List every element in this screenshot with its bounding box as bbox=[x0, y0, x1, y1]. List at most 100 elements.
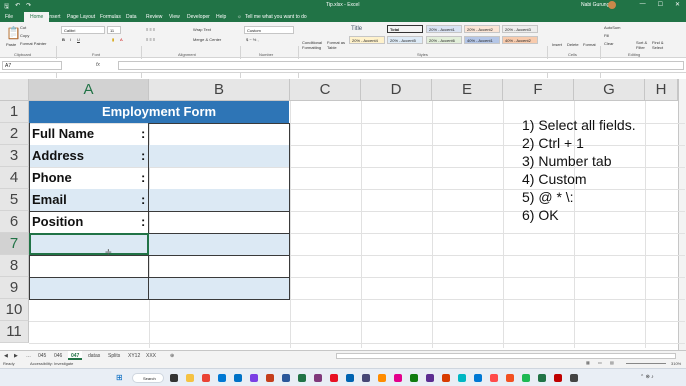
vertical-scrollbar[interactable] bbox=[678, 79, 686, 350]
find-select-button[interactable]: Find & Select bbox=[652, 40, 666, 50]
fill-color-icon[interactable]: ▮ bbox=[112, 37, 114, 42]
autosum-button[interactable]: AutoSum bbox=[604, 25, 620, 30]
style-accent1-40[interactable]: 40% - Accent1 bbox=[464, 36, 500, 44]
copy-button[interactable]: Copy bbox=[20, 33, 29, 38]
page-break-icon[interactable]: ▤ bbox=[610, 360, 614, 365]
column-header-g[interactable]: G bbox=[574, 79, 645, 101]
sheet-tab[interactable]: Splits bbox=[108, 353, 120, 359]
conditional-formatting-button[interactable]: Conditional Formatting bbox=[302, 40, 326, 50]
align-left-icon[interactable]: ≡ ≡ ≡ bbox=[146, 37, 155, 42]
row-header-9[interactable]: 9 bbox=[0, 277, 29, 299]
column-header-a[interactable]: A bbox=[29, 79, 149, 101]
style-title[interactable]: Title bbox=[349, 25, 385, 35]
tab-insert[interactable]: Insert bbox=[48, 14, 61, 20]
paste-icon[interactable]: 📋 bbox=[6, 26, 21, 40]
row-header-7[interactable]: 7 bbox=[0, 233, 29, 255]
cut-button[interactable]: Cut bbox=[20, 25, 26, 30]
font-size-select[interactable]: 11 bbox=[107, 26, 121, 34]
style-accent2-40[interactable]: 40% - Accent2 bbox=[502, 36, 538, 44]
bold-icon[interactable]: B bbox=[62, 37, 65, 42]
sheet-tab[interactable]: datas bbox=[88, 353, 100, 359]
style-total[interactable]: Total bbox=[387, 25, 423, 33]
format-cells-button[interactable]: Format bbox=[583, 42, 596, 47]
row-header-8[interactable]: 8 bbox=[0, 255, 29, 277]
app-icon[interactable] bbox=[394, 374, 402, 382]
style-accent2[interactable]: 20% - Accent2 bbox=[464, 25, 500, 33]
user-name[interactable]: Nabi Gurung bbox=[581, 2, 609, 8]
sheet-tab[interactable]: XXX bbox=[146, 353, 156, 359]
taskbar-search[interactable]: Search bbox=[132, 373, 164, 383]
sheet-tab-active[interactable]: 047 bbox=[68, 351, 83, 360]
powerpoint-icon[interactable] bbox=[266, 374, 274, 382]
app-icon[interactable] bbox=[458, 374, 466, 382]
add-sheet-icon[interactable]: ⊕ bbox=[170, 353, 174, 359]
normal-view-icon[interactable]: ▦ bbox=[586, 360, 590, 365]
sheet-tab[interactable]: XY12 bbox=[128, 353, 140, 359]
form-title[interactable]: Employment Form bbox=[29, 101, 289, 123]
style-accent6[interactable]: 20% - Accent6 bbox=[426, 36, 462, 44]
font-name-select[interactable]: Calibri bbox=[61, 26, 105, 34]
outlook-icon[interactable] bbox=[234, 374, 242, 382]
paste-button[interactable]: Paste bbox=[6, 42, 16, 47]
close-icon[interactable]: ✕ bbox=[675, 1, 680, 8]
avatar[interactable] bbox=[608, 1, 616, 9]
teams-icon[interactable] bbox=[362, 374, 370, 382]
app-icon[interactable] bbox=[410, 374, 418, 382]
excel-icon[interactable] bbox=[298, 374, 306, 382]
accessibility-status[interactable]: Accessibility: Investigate bbox=[30, 361, 73, 366]
windows-start-icon[interactable]: ⊞ bbox=[116, 373, 123, 382]
sheet-tab[interactable]: 045 bbox=[38, 353, 46, 359]
sheet-tab[interactable]: 046 bbox=[54, 353, 62, 359]
row-header-3[interactable]: 3 bbox=[0, 145, 29, 167]
zoom-level[interactable]: 310% bbox=[671, 361, 681, 366]
active-cell-a7[interactable] bbox=[29, 233, 149, 255]
column-header-b[interactable]: B bbox=[149, 79, 290, 101]
fx-icon[interactable]: fx bbox=[96, 62, 100, 68]
tell-me-search[interactable]: Tell me what you want to do bbox=[245, 14, 307, 20]
task-view-icon[interactable] bbox=[170, 374, 178, 382]
insert-cells-button[interactable]: Insert bbox=[552, 42, 562, 47]
app-icon[interactable] bbox=[442, 374, 450, 382]
field-label-email[interactable]: Email bbox=[32, 192, 67, 207]
row-header-5[interactable]: 5 bbox=[0, 189, 29, 211]
app-icon[interactable] bbox=[378, 374, 386, 382]
row-header-1[interactable]: 1 bbox=[0, 101, 29, 123]
edge-icon[interactable] bbox=[218, 374, 226, 382]
row-header-2[interactable]: 2 bbox=[0, 123, 29, 145]
field-label-full-name[interactable]: Full Name bbox=[32, 126, 94, 141]
app-icon[interactable] bbox=[426, 374, 434, 382]
formula-input[interactable] bbox=[118, 61, 684, 70]
field-label-address[interactable]: Address bbox=[32, 148, 84, 163]
column-header-d[interactable]: D bbox=[361, 79, 432, 101]
select-all-corner[interactable] bbox=[0, 79, 29, 101]
row-header-11[interactable]: 11 bbox=[0, 321, 29, 343]
field-label-phone[interactable]: Phone bbox=[32, 170, 72, 185]
row-header-6[interactable]: 6 bbox=[0, 211, 29, 233]
onenote-icon[interactable] bbox=[314, 374, 322, 382]
format-painter-button[interactable]: Format Painter bbox=[20, 41, 46, 46]
fill-button[interactable]: Fill bbox=[604, 33, 609, 38]
tray-icons[interactable]: ⌃ ⊜ ♪ bbox=[640, 374, 654, 380]
zoom-slider[interactable] bbox=[626, 363, 666, 364]
style-accent5[interactable]: 20% - Accent5 bbox=[387, 36, 423, 44]
word-icon[interactable] bbox=[282, 374, 290, 382]
row-header-4[interactable]: 4 bbox=[0, 167, 29, 189]
tab-review[interactable]: Review bbox=[146, 14, 162, 20]
excel-icon[interactable] bbox=[538, 374, 546, 382]
sort-filter-button[interactable]: Sort & Filter bbox=[636, 40, 650, 50]
tab-file[interactable]: File bbox=[5, 14, 13, 20]
format-as-table-button[interactable]: Format as Table bbox=[327, 40, 347, 50]
prev-sheet-icon[interactable]: ◀ bbox=[4, 353, 8, 359]
style-accent1[interactable]: 20% - Accent1 bbox=[426, 25, 462, 33]
app-icon[interactable] bbox=[554, 374, 562, 382]
tab-page-layout[interactable]: Page Layout bbox=[67, 14, 95, 20]
style-accent3[interactable]: 20% - Accent3 bbox=[502, 25, 538, 33]
file-explorer-icon[interactable] bbox=[186, 374, 194, 382]
italic-icon[interactable]: I bbox=[70, 37, 71, 42]
app-icon[interactable] bbox=[522, 374, 530, 382]
pdf-icon[interactable] bbox=[330, 374, 338, 382]
app-icon[interactable] bbox=[506, 374, 514, 382]
tab-home[interactable]: Home bbox=[24, 12, 50, 22]
store-icon[interactable] bbox=[346, 374, 354, 382]
currency-icon[interactable]: $ ~ % , bbox=[246, 37, 259, 42]
